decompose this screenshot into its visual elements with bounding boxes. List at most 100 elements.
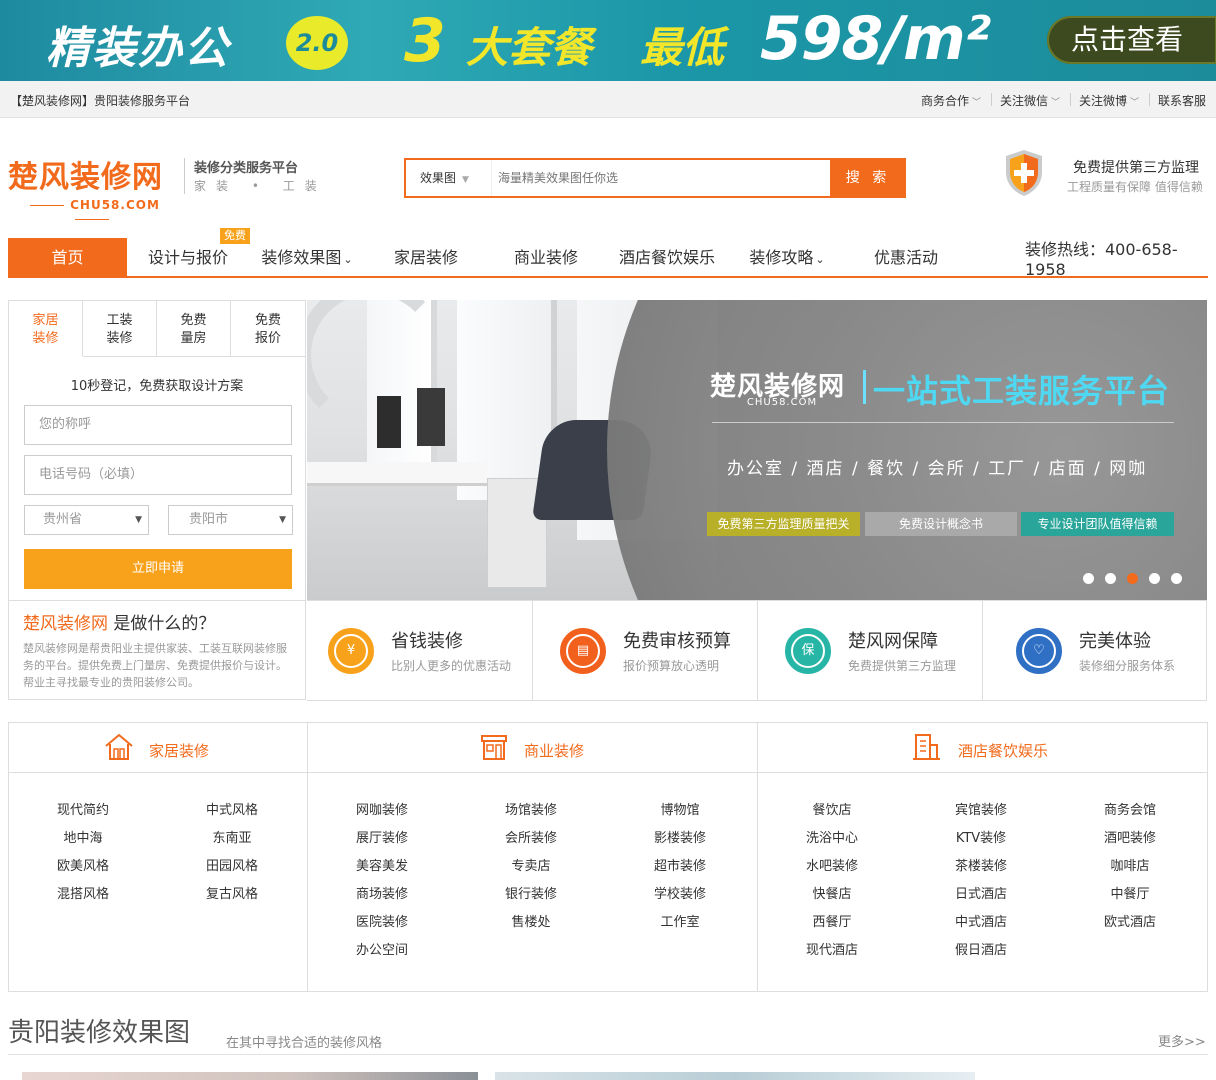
slide-dot[interactable] bbox=[1105, 573, 1116, 584]
business-link[interactable]: 商务合作 ﹀ bbox=[921, 92, 981, 109]
hero-slider[interactable]: 楚风装修网 CHU58.COM 一站式工装服务平台 办公室 / 酒店 / 餐饮 … bbox=[307, 300, 1207, 600]
tab-label: 报价 bbox=[254, 331, 281, 346]
category-link[interactable]: 商务会馆 bbox=[1070, 799, 1190, 818]
category-link[interactable]: 现代酒店 bbox=[772, 939, 892, 958]
slide-badge: 免费第三方监理质量把关 bbox=[707, 512, 860, 536]
category-link[interactable]: 学校装修 bbox=[620, 883, 740, 902]
name-field[interactable]: 您的称呼 bbox=[24, 405, 292, 445]
category-link[interactable]: 商场装修 bbox=[322, 883, 442, 902]
tab-office-decor[interactable]: 工装 装修 bbox=[83, 301, 157, 357]
category-link[interactable]: 混搭风格 bbox=[23, 883, 143, 902]
slide-title: 一站式工装服务平台 bbox=[873, 372, 1171, 410]
category-link[interactable]: 现代简约 bbox=[23, 799, 143, 818]
slide-domain: CHU58.COM bbox=[746, 397, 818, 408]
category-link[interactable]: 假日酒店 bbox=[921, 939, 1041, 958]
category-link[interactable]: 水吧装修 bbox=[772, 855, 892, 874]
support-link[interactable]: 联系客服 bbox=[1158, 92, 1206, 109]
slide-dot[interactable] bbox=[1149, 573, 1160, 584]
category-link[interactable]: 日式酒店 bbox=[921, 883, 1041, 902]
slide-dot[interactable] bbox=[1171, 573, 1182, 584]
category-link[interactable]: 欧美风格 bbox=[23, 855, 143, 874]
banner-cta-button[interactable]: 点击查看 bbox=[1047, 16, 1216, 64]
category-link[interactable]: 专卖店 bbox=[471, 855, 591, 874]
category-link[interactable]: 咖啡店 bbox=[1070, 855, 1190, 874]
category-link[interactable]: 售楼处 bbox=[471, 911, 591, 930]
search-type-label: 效果图 bbox=[420, 171, 457, 185]
category-link[interactable]: 展厅装修 bbox=[322, 827, 442, 846]
category-link[interactable]: 场馆装修 bbox=[471, 799, 591, 818]
feature-save-money[interactable]: ¥ 省钱装修 比别人更多的优惠活动 bbox=[307, 601, 532, 701]
city-select[interactable]: 贵阳市 ▼ bbox=[168, 505, 293, 535]
category-link[interactable]: 影楼装修 bbox=[620, 827, 740, 846]
top-ad-banner[interactable]: 精装办公 2.0 3 大套餐 最低 598/m² 点击查看 bbox=[0, 0, 1216, 81]
tab-label: 家居 bbox=[32, 313, 59, 328]
divider bbox=[712, 422, 1174, 423]
category-link[interactable]: 酒吧装修 bbox=[1070, 827, 1190, 846]
category-link[interactable]: 网咖装修 bbox=[322, 799, 442, 818]
apply-button[interactable]: 立即申请 bbox=[24, 549, 292, 589]
category-link[interactable]: 地中海 bbox=[23, 827, 143, 846]
nav-hotel-dining[interactable]: 酒店餐饮娱乐 bbox=[612, 238, 722, 278]
weibo-link[interactable]: 关注微博 ﹀ bbox=[1079, 92, 1139, 109]
category-link[interactable]: 茶楼装修 bbox=[921, 855, 1041, 874]
category-link[interactable]: 快餐店 bbox=[772, 883, 892, 902]
tab-free-quote[interactable]: 免费 报价 bbox=[231, 301, 305, 357]
search-type-select[interactable]: 效果图 ▼ bbox=[406, 160, 492, 196]
category-link[interactable]: 美容美发 bbox=[322, 855, 442, 874]
category-link[interactable]: 办公空间 bbox=[322, 939, 442, 958]
category-link[interactable]: 复古风格 bbox=[172, 883, 292, 902]
category-link[interactable]: 欧式酒店 bbox=[1070, 911, 1190, 930]
category-link[interactable]: 医院装修 bbox=[322, 911, 442, 930]
rendering-thumbnail[interactable] bbox=[495, 1072, 975, 1080]
slide-dot[interactable] bbox=[1083, 573, 1094, 584]
tab-free-measure[interactable]: 免费 量房 bbox=[157, 301, 231, 357]
category-link[interactable]: 宾馆装修 bbox=[921, 799, 1041, 818]
feature-experience[interactable]: ♡ 完美体验 装修细分服务体系 bbox=[982, 601, 1207, 701]
nav-renderings[interactable]: 装修效果图 ⌄ bbox=[254, 238, 360, 278]
document-icon: ▤ bbox=[557, 625, 609, 677]
rendering-thumbnail[interactable] bbox=[22, 1072, 478, 1080]
feature-budget-review[interactable]: ▤ 免费审核预算 报价预算放心透明 bbox=[532, 601, 757, 701]
province-select[interactable]: 贵州省 ▼ bbox=[24, 505, 149, 535]
category-home: 家居装修 现代简约 中式风格 地中海 东南亚 欧美风格 田园风格 混搭风格 复古… bbox=[9, 723, 308, 991]
nav-home-decor[interactable]: 家居装修 bbox=[380, 238, 472, 278]
site-logo[interactable]: 楚风装修网 CHU58.COM bbox=[8, 152, 163, 212]
nav-commercial[interactable]: 商业装修 bbox=[500, 238, 592, 278]
feature-guarantee[interactable]: 保 楚风网保障 免费提供第三方监理 bbox=[757, 601, 982, 701]
nav-home[interactable]: 首页 bbox=[8, 238, 127, 278]
category-title: 家居装修 bbox=[149, 742, 210, 760]
signup-panel: 家居 装修 工装 装修 免费 量房 免费 报价 10秒登记，免费获取设计方案 您的称呼 … bbox=[8, 300, 306, 700]
about-question: 是做什么的？ bbox=[108, 614, 216, 634]
category-link[interactable]: 餐饮店 bbox=[772, 799, 892, 818]
heart-icon: ♡ bbox=[1013, 625, 1065, 677]
category-link[interactable]: 田园风格 bbox=[172, 855, 292, 874]
category-link[interactable]: 中餐厅 bbox=[1070, 883, 1190, 902]
category-link[interactable]: 中式风格 bbox=[172, 799, 292, 818]
search-button[interactable]: 搜 索 bbox=[830, 160, 906, 196]
logo-domain: CHU58.COM bbox=[8, 198, 176, 226]
category-hotel: 酒店餐饮娱乐 餐饮店 宾馆装修 商务会馆 洗浴中心 KTV装修 酒吧装修 水吧装… bbox=[758, 723, 1207, 991]
monitor bbox=[377, 396, 401, 448]
divider bbox=[1070, 93, 1071, 106]
wechat-link[interactable]: 关注微信 ﹀ bbox=[1000, 92, 1060, 109]
more-link[interactable]: 更多>> bbox=[1158, 1031, 1206, 1050]
nav-promotions[interactable]: 优惠活动 bbox=[860, 238, 952, 278]
category-link[interactable]: 中式酒店 bbox=[921, 911, 1041, 930]
category-link[interactable]: 银行装修 bbox=[471, 883, 591, 902]
nav-design-quote[interactable]: 设计与报价 bbox=[138, 238, 238, 278]
feature-title: 免费审核预算 bbox=[623, 631, 731, 652]
category-link[interactable]: 超市装修 bbox=[620, 855, 740, 874]
category-link[interactable]: 会所装修 bbox=[471, 827, 591, 846]
category-link[interactable]: 博物馆 bbox=[620, 799, 740, 818]
tab-home-decor[interactable]: 家居 装修 bbox=[9, 301, 83, 357]
category-link[interactable]: KTV装修 bbox=[921, 827, 1041, 846]
category-link[interactable]: 西餐厅 bbox=[772, 911, 892, 930]
phone-field[interactable]: 电话号码（必填） bbox=[24, 455, 292, 495]
category-link[interactable]: 东南亚 bbox=[172, 827, 292, 846]
search-input[interactable] bbox=[498, 166, 818, 190]
nav-guides[interactable]: 装修攻略 ⌄ bbox=[742, 238, 832, 278]
feature-desc: 装修细分服务体系 bbox=[1079, 659, 1176, 673]
category-link[interactable]: 工作室 bbox=[620, 911, 740, 930]
category-link[interactable]: 洗浴中心 bbox=[772, 827, 892, 846]
slide-dot-active[interactable] bbox=[1127, 573, 1138, 584]
